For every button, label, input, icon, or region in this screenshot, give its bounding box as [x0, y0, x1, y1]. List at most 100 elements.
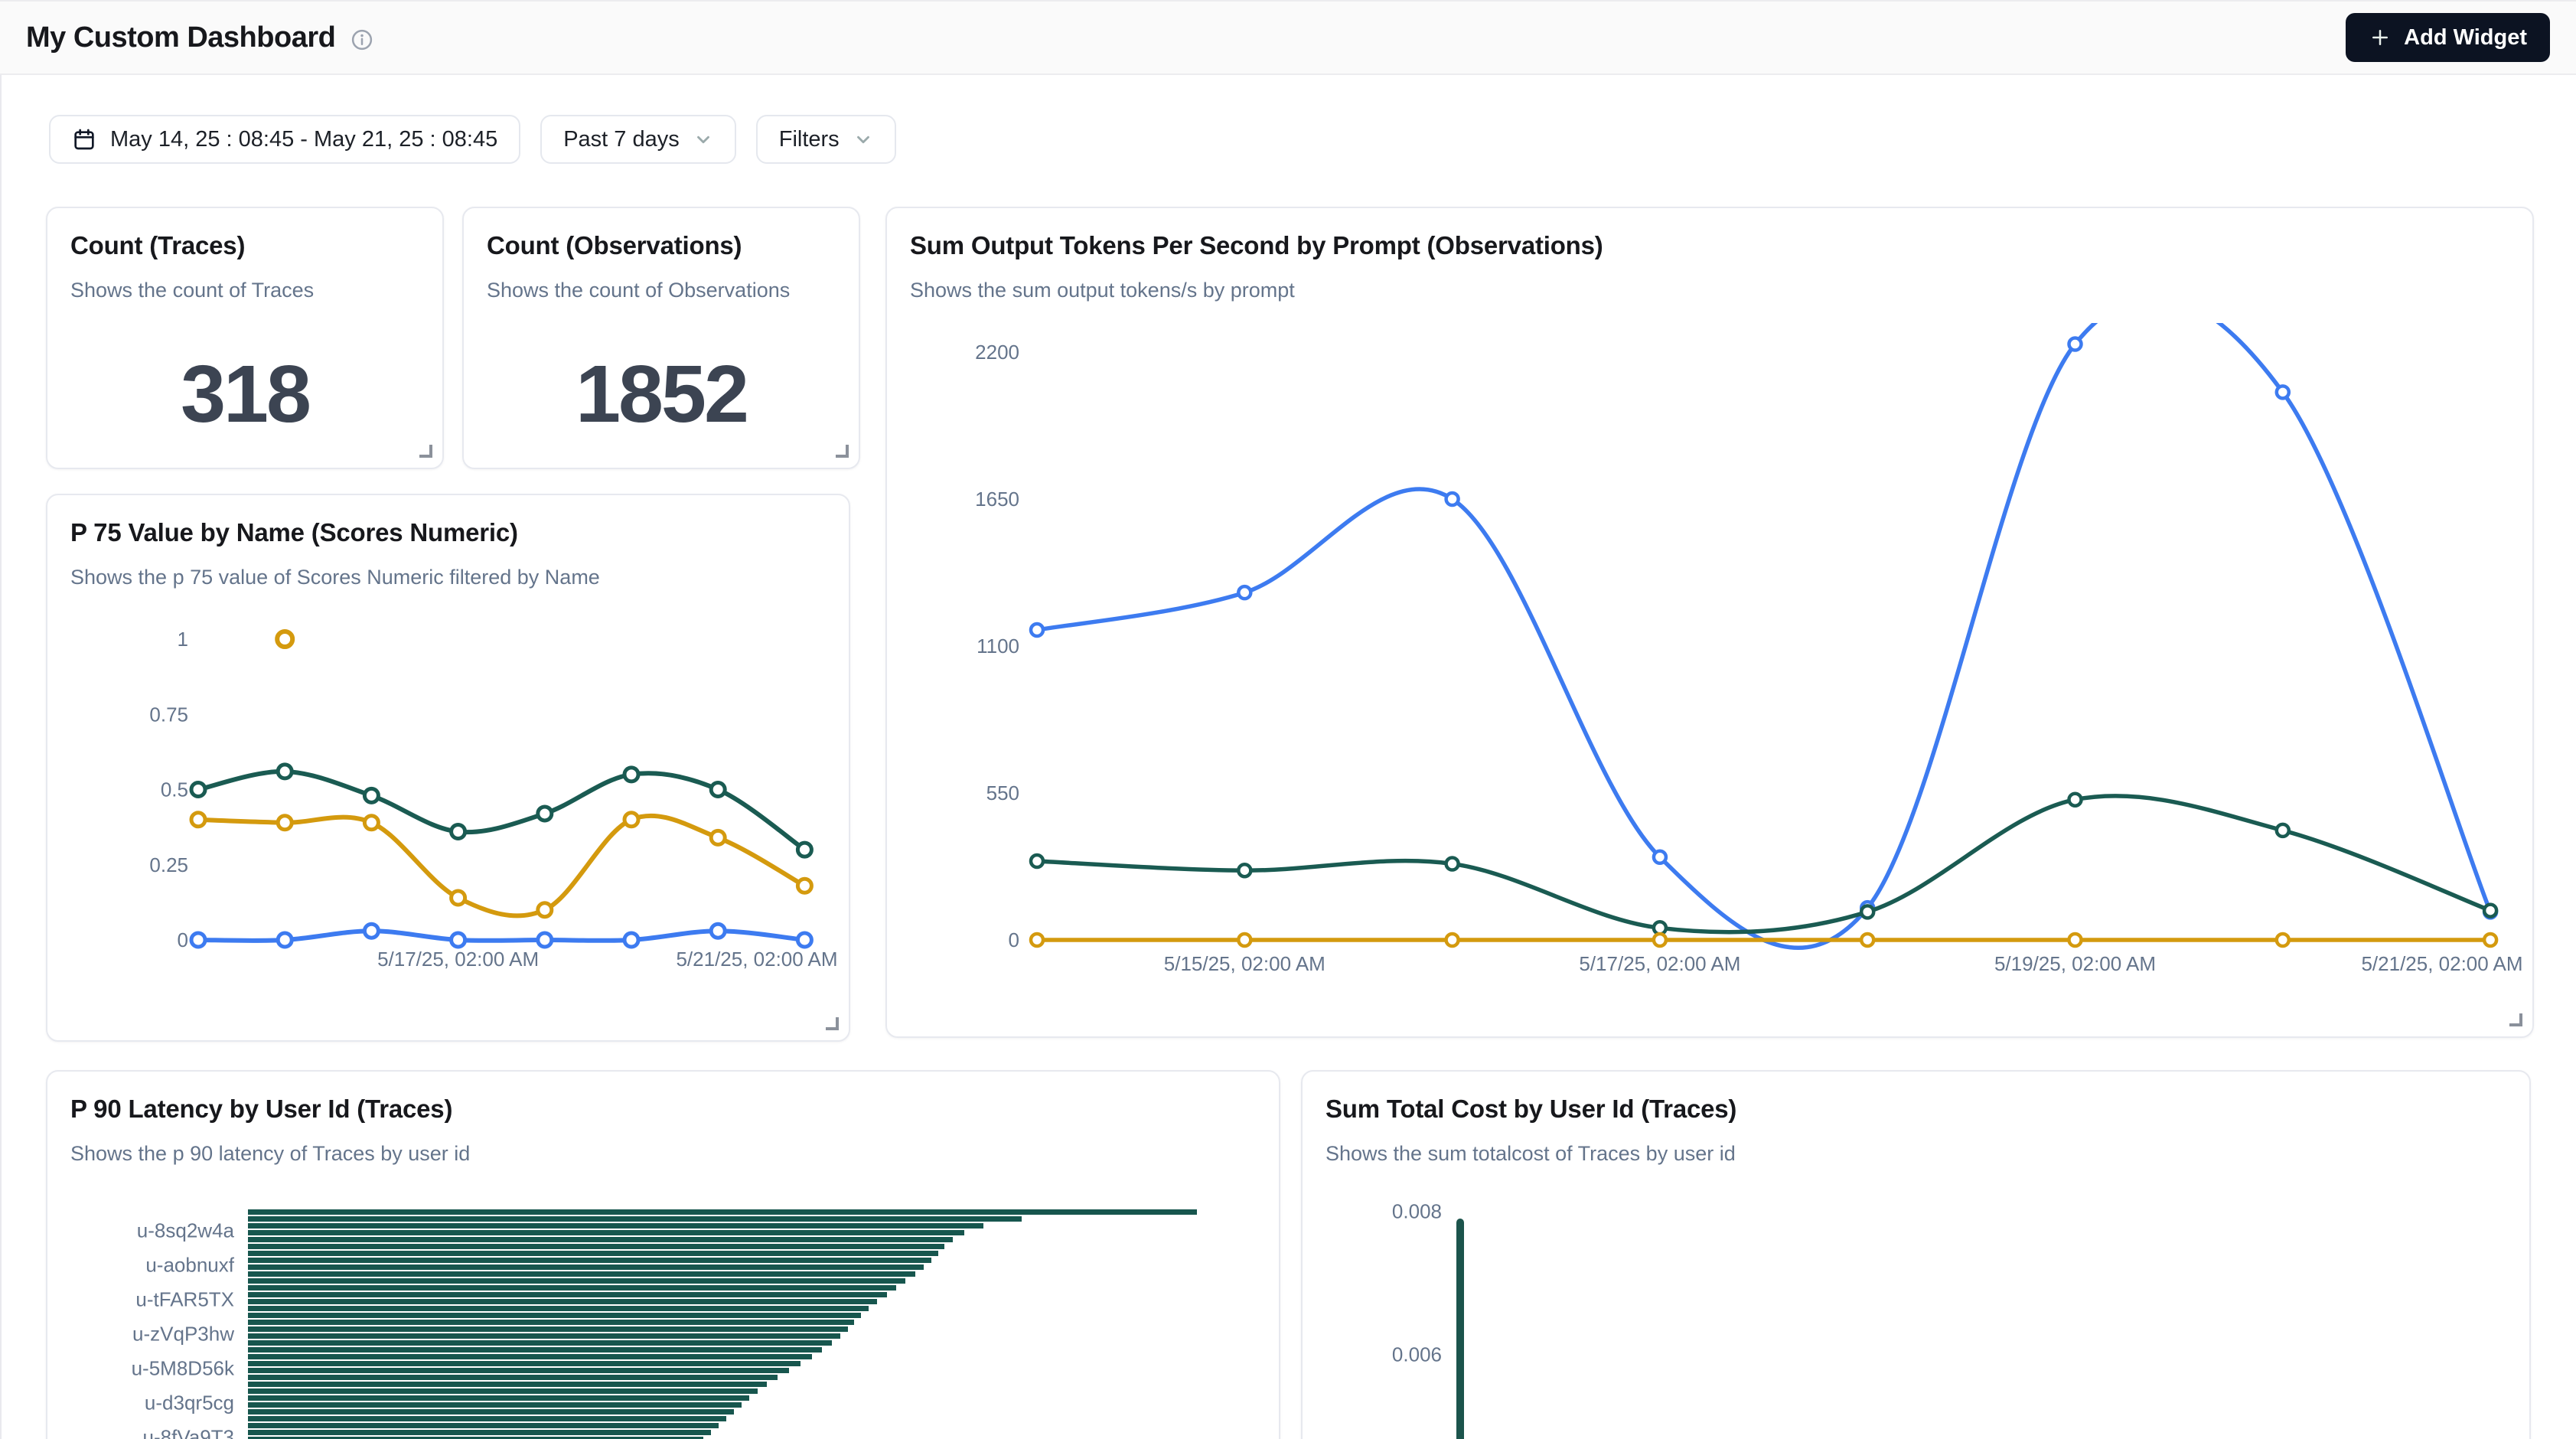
latency-bar: [248, 1430, 711, 1435]
date-range-value: May 14, 25 : 08:45 - May 21, 25 : 08:45: [110, 127, 497, 152]
svg-text:0: 0: [178, 928, 188, 951]
latency-bar: [248, 1313, 861, 1318]
svg-text:0.5: 0.5: [161, 778, 188, 801]
user-id-label: u-aobnuxf: [47, 1254, 234, 1277]
latency-bar: [248, 1237, 953, 1242]
latency-bar: [248, 1306, 869, 1311]
latency-bar: [248, 1368, 789, 1373]
user-id-label: u-tFAR5TX: [47, 1288, 234, 1312]
svg-text:5/17/25, 02:00 AM: 5/17/25, 02:00 AM: [377, 948, 539, 971]
widget-subtitle: Shows the p 75 value of Scores Numeric f…: [70, 566, 826, 589]
count-observations-value: 1852: [464, 348, 859, 441]
latency-bar: [248, 1292, 887, 1297]
latency-bar: [248, 1223, 983, 1229]
sidebar-edge: [0, 0, 2, 1439]
user-id-label: u-8fVa9T3: [47, 1426, 234, 1439]
widget-count-traces: Count (Traces) Shows the count of Traces…: [46, 207, 444, 469]
resize-handle[interactable]: [2509, 1013, 2522, 1026]
user-id-label: u-8sq2w4a: [47, 1219, 234, 1243]
p90-latency-chart[interactable]: u-8sq2w4a u-aobnuxf u-tFAR5TX u-zVqP3hw u-5M…: [47, 1186, 1237, 1439]
svg-text:550: 550: [986, 781, 1019, 804]
svg-text:2200: 2200: [975, 341, 1019, 364]
widget-subtitle: Shows the sum output tokens/s by prompt: [910, 279, 2509, 302]
latency-bar: [248, 1423, 719, 1428]
widget-title: Sum Output Tokens Per Second by Prompt (…: [910, 231, 2509, 260]
svg-text:5/19/25, 02:00 AM: 5/19/25, 02:00 AM: [1994, 952, 2156, 975]
latency-bar: [248, 1216, 1022, 1222]
total-cost-chart[interactable]: 0.008 0.006: [1303, 1186, 2485, 1439]
widget-title: Count (Traces): [70, 231, 419, 260]
latency-bar: [248, 1299, 877, 1304]
svg-text:5/17/25, 02:00 AM: 5/17/25, 02:00 AM: [1579, 952, 1740, 975]
user-id-label: u-zVqP3hw: [47, 1323, 234, 1346]
widget-subtitle: Shows the sum totalcost of Traces by use…: [1325, 1142, 2506, 1166]
plus-icon: [2369, 26, 2392, 49]
p75-by-name-chart[interactable]: 00.250.50.7515/17/25, 02:00 AM5/21/25, 0…: [47, 610, 847, 1029]
widget-tokens-by-prompt: Sum Output Tokens Per Second by Prompt (…: [885, 207, 2534, 1038]
latency-bar: [248, 1258, 931, 1263]
widget-title: P 90 Latency by User Id (Traces): [70, 1095, 1256, 1124]
widget-title: Sum Total Cost by User Id (Traces): [1325, 1095, 2506, 1124]
latency-bar: [248, 1402, 742, 1408]
widget-p75-by-name: P 75 Value by Name (Scores Numeric) Show…: [46, 494, 850, 1042]
widget-subtitle: Shows the count of Traces: [70, 279, 419, 302]
filters-dropdown[interactable]: Filters: [756, 115, 896, 164]
range-preset-value: Past 7 days: [563, 127, 680, 152]
calendar-icon: [72, 127, 96, 152]
widget-title: Count (Observations): [487, 231, 836, 260]
latency-bar: [248, 1395, 749, 1401]
add-widget-label: Add Widget: [2404, 25, 2527, 51]
latency-bar: [248, 1230, 964, 1235]
date-range-picker[interactable]: May 14, 25 : 08:45 - May 21, 25 : 08:45: [49, 115, 520, 164]
latency-bar: [248, 1285, 896, 1291]
resize-handle[interactable]: [419, 445, 432, 458]
latency-bar: [248, 1388, 758, 1394]
tokens-by-prompt-chart[interactable]: 05501100165022005/15/25, 02:00 AM5/17/25…: [887, 323, 2532, 1021]
latency-bar: [248, 1375, 778, 1380]
chevron-down-icon: [853, 129, 873, 149]
page-header: My Custom Dashboard Add Widget: [0, 0, 2576, 75]
latency-bar: [248, 1340, 832, 1346]
latency-bar: [248, 1347, 822, 1353]
user-id-label: u-d3qr5cg: [47, 1392, 234, 1415]
range-preset-dropdown[interactable]: Past 7 days: [540, 115, 736, 164]
widget-title: P 75 Value by Name (Scores Numeric): [70, 518, 826, 547]
add-widget-button[interactable]: Add Widget: [2346, 13, 2550, 62]
svg-text:1650: 1650: [975, 488, 1019, 511]
chevron-down-icon: [693, 129, 713, 149]
svg-text:5/21/25, 02:00 AM: 5/21/25, 02:00 AM: [676, 948, 837, 971]
info-icon[interactable]: [351, 28, 373, 51]
resize-handle[interactable]: [836, 445, 849, 458]
svg-text:5/21/25, 02:00 AM: 5/21/25, 02:00 AM: [2361, 952, 2522, 975]
cost-axis-tick: 0.008: [1303, 1200, 1442, 1224]
latency-bar: [248, 1326, 848, 1332]
svg-text:0: 0: [1009, 928, 1019, 951]
svg-text:0.75: 0.75: [149, 703, 188, 726]
widget-total-cost: Sum Total Cost by User Id (Traces) Shows…: [1301, 1070, 2531, 1439]
latency-bar: [248, 1209, 1197, 1215]
widget-count-observations: Count (Observations) Shows the count of …: [462, 207, 860, 469]
filter-toolbar: May 14, 25 : 08:45 - May 21, 25 : 08:45 …: [49, 115, 896, 164]
cost-axis-tick: 0.006: [1303, 1343, 1442, 1367]
latency-bar: [248, 1354, 812, 1359]
latency-bar: [248, 1382, 767, 1387]
count-traces-value: 318: [47, 348, 442, 441]
latency-bar: [248, 1416, 726, 1421]
latency-bar: [248, 1264, 924, 1270]
latency-bar: [248, 1320, 854, 1325]
page-title: My Custom Dashboard: [26, 21, 335, 54]
svg-text:0.25: 0.25: [149, 853, 188, 876]
widget-p90-latency: P 90 Latency by User Id (Traces) Shows t…: [46, 1070, 1280, 1439]
latency-bar: [248, 1251, 938, 1256]
resize-handle[interactable]: [826, 1017, 839, 1030]
user-id-label: u-5M8D56k: [47, 1357, 234, 1381]
page-title-group: My Custom Dashboard: [26, 21, 373, 54]
widget-subtitle: Shows the p 90 latency of Traces by user…: [70, 1142, 1256, 1166]
widget-subtitle: Shows the count of Observations: [487, 279, 836, 302]
latency-bar: [248, 1409, 734, 1415]
svg-text:5/15/25, 02:00 AM: 5/15/25, 02:00 AM: [1164, 952, 1325, 975]
latency-bar: [248, 1333, 840, 1339]
latency-bar: [248, 1278, 905, 1284]
filters-label: Filters: [779, 127, 840, 152]
cost-bar: [1456, 1219, 1464, 1439]
